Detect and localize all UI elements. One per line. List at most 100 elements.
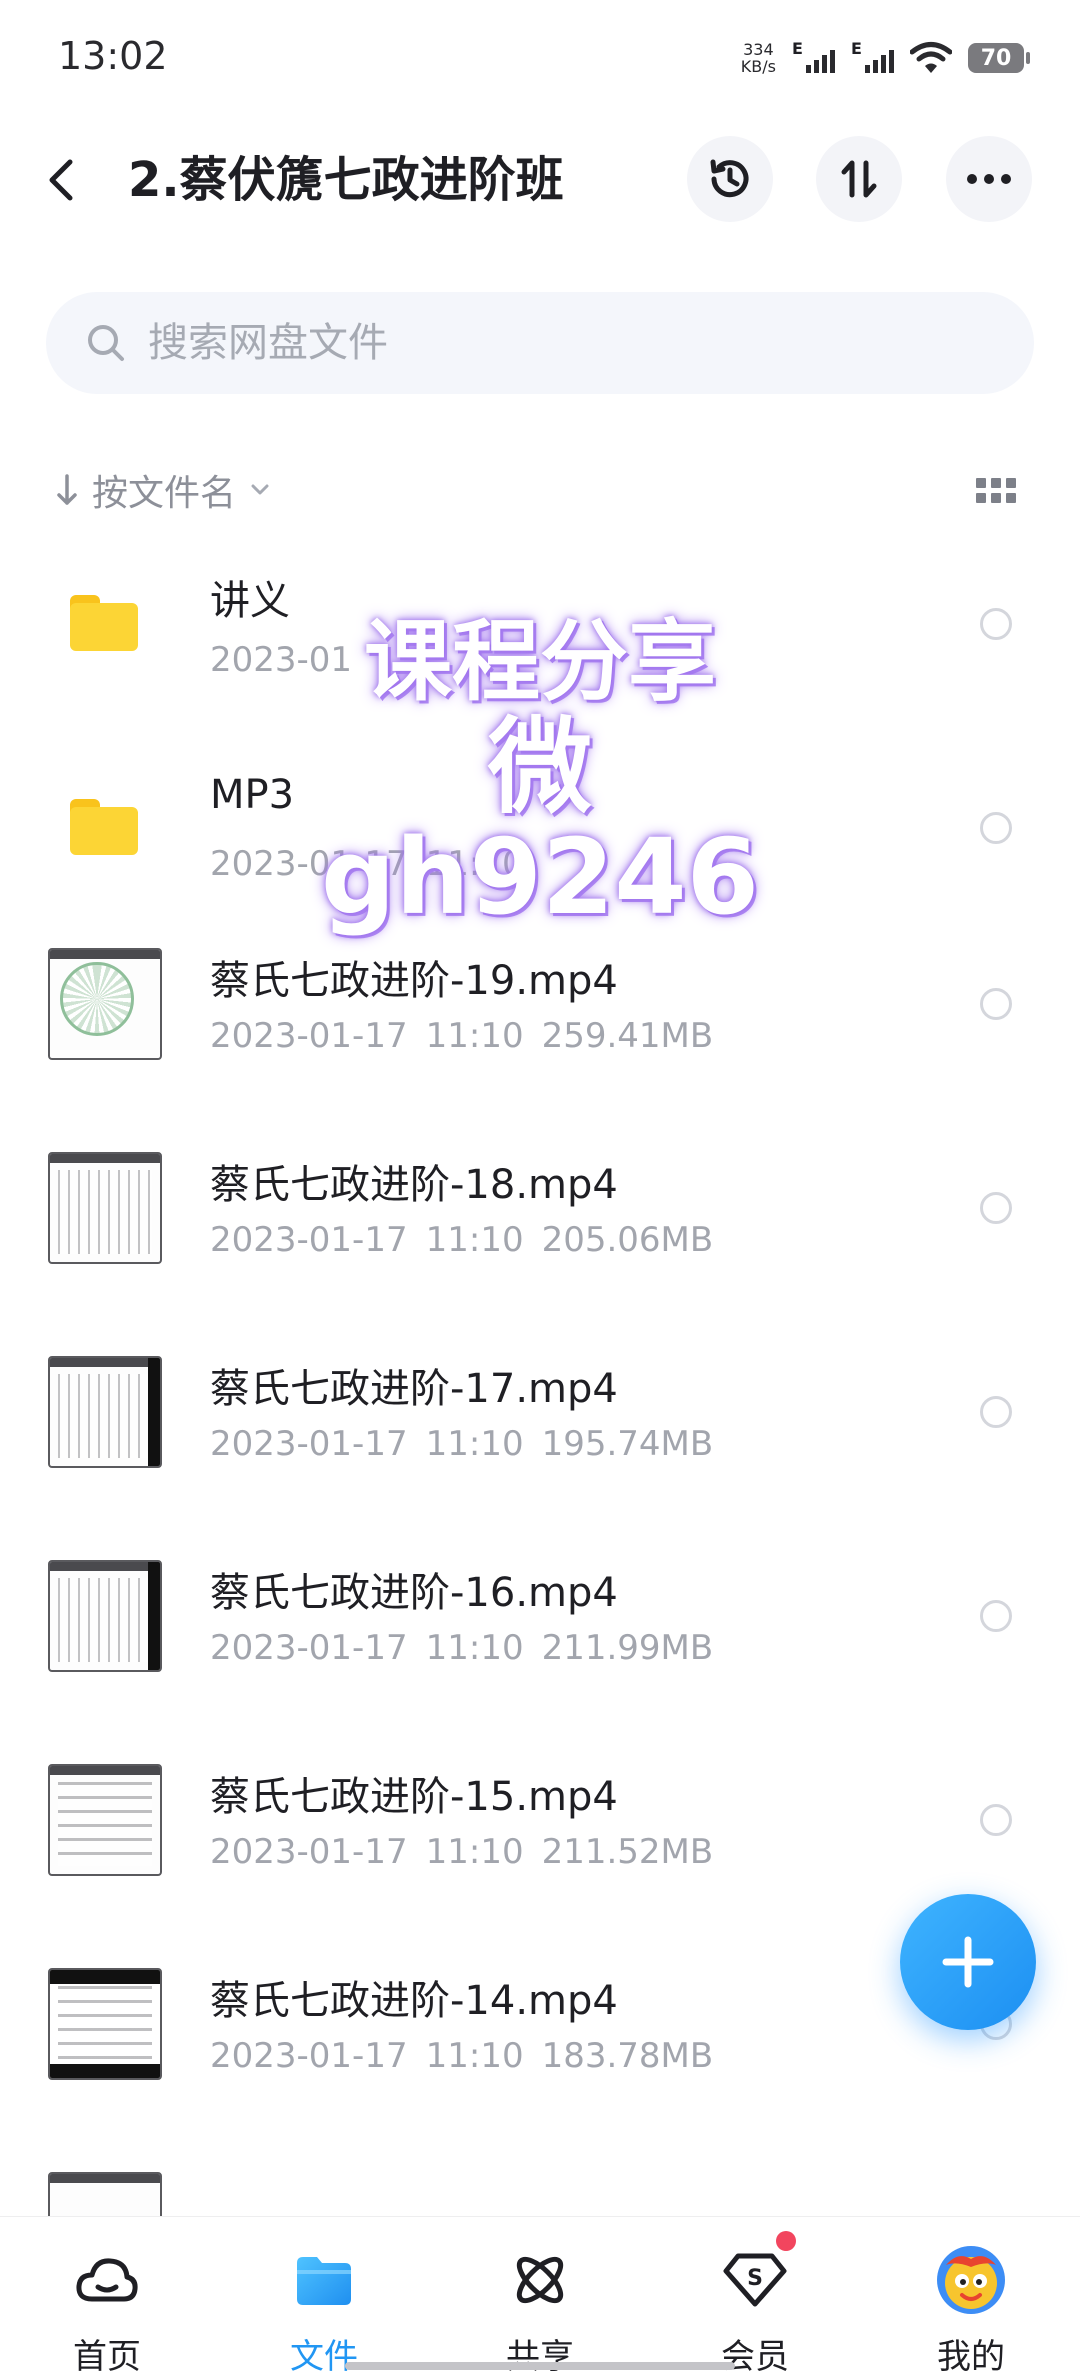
file-size: 183.78MB — [541, 2036, 714, 2076]
list-item-partial[interactable] — [0, 2172, 1080, 2216]
atom-icon — [516, 2256, 564, 2304]
file-meta: 2023-01-17 11:10 195.74MB — [210, 1424, 713, 1464]
cloud-icon — [76, 2258, 138, 2302]
file-name: 蔡氏七政进阶-19.mp4 — [210, 958, 618, 1004]
select-radio[interactable] — [980, 1600, 1012, 1632]
home-indicator — [345, 2362, 735, 2370]
search-input[interactable] — [148, 320, 948, 366]
list-item[interactable]: 蔡氏七政进阶-16.mp4 2023-01-17 11:10 211.99MB — [0, 1560, 1080, 1764]
file-size: 211.52MB — [541, 1832, 714, 1872]
svg-text:S: S — [747, 2266, 763, 2291]
signal-icon: E — [792, 39, 835, 73]
file-date: 2023-01-17 — [210, 1220, 408, 1260]
grid-view-icon[interactable] — [976, 478, 1016, 504]
vip-diamond-icon: S — [723, 2253, 787, 2307]
file-time: 11:10 — [425, 1628, 524, 1668]
page-title: 2.蔡伏篪七政进阶班 — [128, 152, 564, 208]
folder-icon — [70, 799, 138, 855]
sort-button[interactable] — [816, 136, 902, 222]
avatar-icon — [937, 2246, 1005, 2314]
file-meta: 2023-01-17 11:10 205.06MB — [210, 1220, 713, 1260]
video-thumbnail — [48, 948, 162, 1060]
video-thumbnail — [48, 1764, 162, 1876]
file-size: 195.74MB — [541, 1424, 714, 1464]
battery-level: 70 — [980, 45, 1012, 71]
video-thumbnail — [48, 1152, 162, 1264]
nav-share[interactable]: 共享 — [455, 2217, 625, 2376]
search-icon — [88, 325, 124, 361]
nav-label: 首页 — [73, 2337, 141, 2376]
select-radio[interactable] — [980, 608, 1012, 640]
history-button[interactable] — [687, 136, 773, 222]
nav-label: 我的 — [937, 2337, 1005, 2376]
video-thumbnail — [48, 1560, 162, 1672]
folder-icon — [70, 595, 138, 651]
network-type-label-2: E — [851, 39, 862, 58]
select-radio[interactable] — [980, 1804, 1012, 1836]
select-radio[interactable] — [980, 1396, 1012, 1428]
arrow-down-icon — [57, 474, 77, 505]
network-speed-value: 334 — [743, 40, 774, 59]
back-button[interactable] — [46, 148, 96, 212]
nav-profile[interactable]: 我的 — [886, 2217, 1056, 2376]
file-name: 蔡氏七政进阶-16.mp4 — [210, 1570, 618, 1616]
file-name: 蔡氏七政进阶-14.mp4 — [210, 1978, 618, 2024]
file-time: 11:10 — [425, 1424, 524, 1464]
history-icon — [710, 159, 749, 198]
nav-files[interactable]: 文件 — [239, 2217, 409, 2376]
add-button[interactable] — [900, 1894, 1036, 2030]
sort-icon — [841, 160, 877, 198]
file-size: 205.06MB — [541, 1220, 714, 1260]
file-time: 11:10 — [425, 1832, 524, 1872]
file-meta: 2023-01-17 11:10 211.52MB — [210, 1832, 713, 1872]
file-date: 2023-01-17 — [210, 2036, 408, 2076]
more-button[interactable] — [946, 136, 1032, 222]
notification-badge — [776, 2231, 796, 2251]
file-meta: 2023-01-17 11:10 259.41MB — [210, 1016, 713, 1056]
watermark-line-2: 微gh9246 — [321, 706, 759, 938]
battery-icon: 70 — [968, 43, 1030, 73]
file-date: 2023-01-17 — [210, 1628, 408, 1668]
file-date: 2023-01-17 — [210, 1016, 408, 1056]
select-radio[interactable] — [980, 988, 1012, 1020]
watermark-overlay: 课程分享 微gh9246 — [270, 610, 810, 938]
nav-vip[interactable]: S 会员 — [670, 2217, 840, 2376]
video-thumbnail — [48, 1968, 162, 2080]
nav-home[interactable]: 首页 — [22, 2217, 192, 2376]
file-time: 11:10 — [425, 1016, 524, 1056]
video-thumbnail — [48, 2172, 162, 2216]
file-name: 蔡氏七政进阶-18.mp4 — [210, 1162, 618, 1208]
status-time: 13:02 — [58, 34, 168, 78]
list-item[interactable]: 蔡氏七政进阶-19.mp4 2023-01-17 11:10 259.41MB — [0, 948, 1080, 1152]
signal-icon-2: E — [851, 39, 894, 73]
file-size: 259.41MB — [541, 1016, 714, 1056]
file-time: 11:10 — [425, 1220, 524, 1260]
sort-label: 按文件名 — [92, 473, 237, 514]
file-name: 蔡氏七政进阶-17.mp4 — [210, 1366, 618, 1412]
video-thumbnail — [48, 1356, 162, 1468]
file-date: 2023-01-17 — [210, 1832, 408, 1872]
back-arrow-icon — [49, 159, 73, 201]
list-item[interactable]: 蔡氏七政进阶-18.mp4 2023-01-17 11:10 205.06MB — [0, 1152, 1080, 1356]
network-speed: 334 KB/s — [741, 41, 776, 75]
folder-icon — [297, 2257, 351, 2305]
select-radio[interactable] — [980, 1192, 1012, 1224]
file-size: 211.99MB — [541, 1628, 714, 1668]
network-type-label: E — [792, 39, 803, 58]
more-icon — [967, 174, 1011, 184]
status-bar: 13:02 334 KB/s E E 70 — [0, 0, 1080, 110]
list-item[interactable]: 蔡氏七政进阶-17.mp4 2023-01-17 11:10 195.74MB — [0, 1356, 1080, 1560]
status-indicators: 334 KB/s E E 70 — [741, 38, 1030, 78]
select-radio[interactable] — [980, 812, 1012, 844]
wifi-icon — [910, 42, 952, 73]
file-name: 蔡氏七政进阶-15.mp4 — [210, 1774, 618, 1820]
file-date: 2023-01-17 — [210, 1424, 408, 1464]
file-meta: 2023-01-17 11:10 183.78MB — [210, 2036, 713, 2076]
sort-selector[interactable]: 按文件名 — [56, 462, 270, 518]
file-time: 11:10 — [425, 2036, 524, 2076]
chevron-down-icon — [251, 484, 269, 495]
bottom-nav: 首页 文件 共享 S 会员 我的 — [0, 2216, 1080, 2376]
plus-icon — [942, 1936, 994, 1988]
search-bar[interactable] — [46, 292, 1034, 394]
watermark-line-1: 课程分享 — [363, 610, 716, 713]
